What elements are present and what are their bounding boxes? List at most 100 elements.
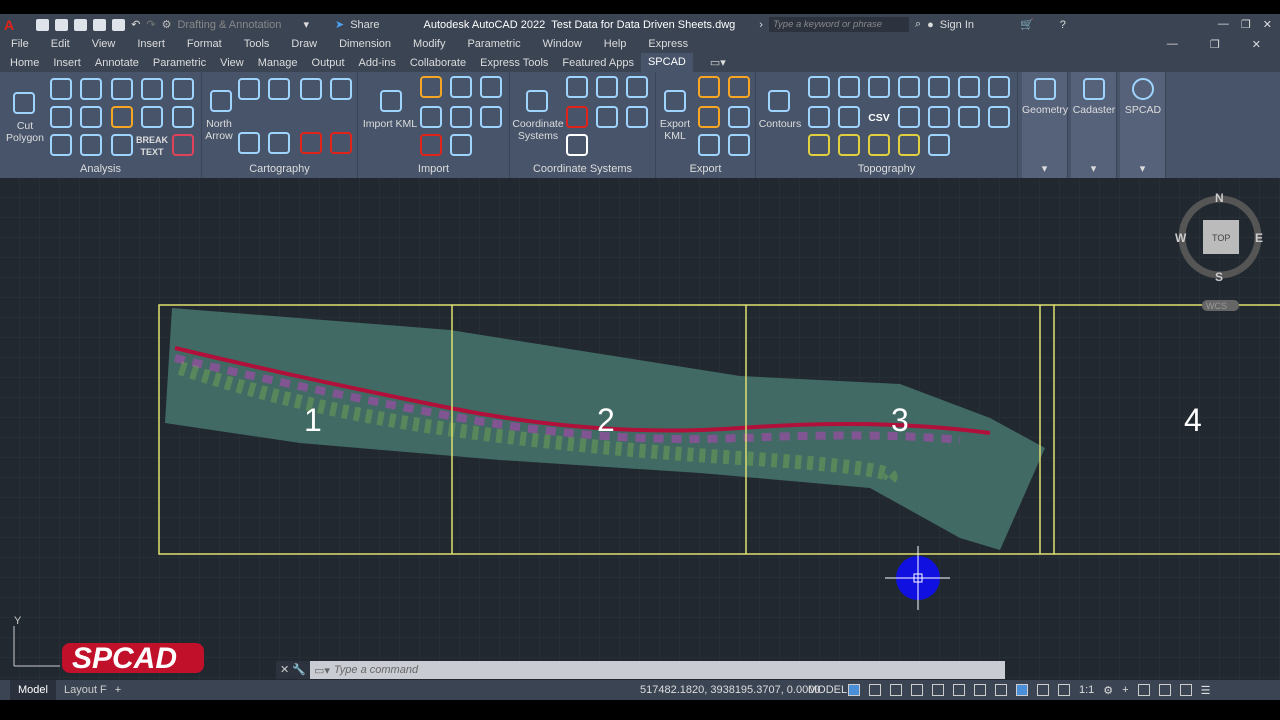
tab-model[interactable]: Model <box>10 680 56 700</box>
menu-view[interactable]: View <box>81 38 127 50</box>
export-kml-icon[interactable] <box>664 90 686 112</box>
line-icon[interactable] <box>50 106 72 128</box>
kml-icon[interactable] <box>380 90 402 112</box>
square-icon[interactable] <box>172 106 194 128</box>
topo-4-icon[interactable] <box>898 76 920 98</box>
polar-icon[interactable] <box>911 683 923 696</box>
import-shp-icon[interactable] <box>420 76 442 98</box>
tab-add-ins[interactable]: Add-ins <box>352 57 403 69</box>
globe-icon[interactable] <box>80 134 102 156</box>
close-icon[interactable]: ✕ <box>1263 18 1272 31</box>
workspace-select[interactable]: Drafting & Annotation <box>177 19 297 31</box>
delete-icon[interactable] <box>300 132 322 154</box>
selection-icon[interactable] <box>974 683 986 696</box>
profile-3-icon[interactable] <box>868 134 890 156</box>
autocad-logo-icon[interactable]: A <box>4 17 14 33</box>
circle-icon[interactable] <box>141 78 163 100</box>
search-icon[interactable]: ⌕ <box>915 18 921 31</box>
topo-6-icon[interactable] <box>958 76 980 98</box>
add-layout-icon[interactable]: + <box>115 684 121 696</box>
import-txt-icon[interactable] <box>450 106 472 128</box>
csv-button[interactable]: CSV <box>868 112 890 124</box>
topo-3-icon[interactable] <box>868 76 890 98</box>
annotation-icon[interactable] <box>1016 683 1028 696</box>
tab-view[interactable]: View <box>213 57 251 69</box>
topo-2-icon[interactable] <box>838 76 860 98</box>
geometry-button[interactable]: Geometry ▾ <box>1022 72 1068 178</box>
export-csv-icon[interactable] <box>698 76 720 98</box>
chevron-down-icon[interactable]: ▾ <box>1071 162 1116 175</box>
redo-icon[interactable]: ↷ <box>146 18 155 31</box>
points-icon[interactable] <box>626 76 648 98</box>
menu-edit[interactable]: Edit <box>40 38 81 50</box>
model-space-toggle[interactable]: MODEL <box>808 684 847 696</box>
topo-1-icon[interactable] <box>808 76 830 98</box>
chevron-down-icon[interactable]: ▾ <box>1120 162 1165 175</box>
import-csv-icon[interactable] <box>450 76 472 98</box>
grid-toggle-icon[interactable] <box>848 683 860 696</box>
export-pin-icon[interactable] <box>728 134 750 156</box>
sign-in-button[interactable]: Sign In <box>940 19 974 31</box>
offset-icon[interactable] <box>80 106 102 128</box>
menu-modify[interactable]: Modify <box>402 38 456 50</box>
fullscreen-icon[interactable] <box>1179 683 1192 696</box>
restore-icon[interactable]: ❐ <box>1241 18 1251 31</box>
scale-select[interactable]: 1:1 <box>1079 684 1094 697</box>
import-gpx-icon[interactable] <box>480 106 502 128</box>
profile-2-icon[interactable] <box>838 134 860 156</box>
share-button[interactable]: Share <box>350 19 379 31</box>
command-input[interactable]: Type a command <box>334 664 418 676</box>
plus-icon[interactable]: + <box>1122 684 1128 697</box>
tab-insert[interactable]: Insert <box>46 57 88 69</box>
command-history-icon[interactable]: ▭▾ <box>314 664 330 677</box>
isolate-icon[interactable] <box>1137 683 1150 696</box>
tab-manage[interactable]: Manage <box>251 57 305 69</box>
menu-help[interactable]: Help <box>593 38 638 50</box>
snap-icon[interactable] <box>869 683 881 696</box>
import-kml-button[interactable]: Import KML <box>360 118 420 130</box>
import-csv2-icon[interactable] <box>480 76 502 98</box>
tab-express-tools[interactable]: Express Tools <box>473 57 555 69</box>
topo-13-icon[interactable] <box>988 106 1010 128</box>
wcs-menu[interactable]: WCS <box>1206 301 1227 311</box>
tree-icon[interactable] <box>300 78 322 100</box>
undo-icon[interactable]: ↶ <box>131 18 140 31</box>
doc-minimize-icon[interactable]: — <box>1156 38 1189 51</box>
menu-insert[interactable]: Insert <box>126 38 176 50</box>
tab-collaborate[interactable]: Collaborate <box>403 57 473 69</box>
frame-icon[interactable] <box>172 78 194 100</box>
tab-annotate[interactable]: Annotate <box>88 57 146 69</box>
pdf-icon[interactable] <box>330 132 352 154</box>
scale-bar-icon[interactable] <box>238 78 260 100</box>
hardware-icon[interactable] <box>1158 683 1171 696</box>
menu-window[interactable]: Window <box>532 38 593 50</box>
close-icon[interactable]: ✕ 🔧 <box>276 661 310 679</box>
tab-output[interactable]: Output <box>305 57 352 69</box>
globe2-icon[interactable] <box>626 106 648 128</box>
scatter-icon[interactable] <box>330 78 352 100</box>
new-icon[interactable] <box>36 18 50 31</box>
export-gpx-icon[interactable] <box>728 106 750 128</box>
customize-menu-icon[interactable]: ☰ <box>1201 684 1211 697</box>
doc-restore-icon[interactable]: ❐ <box>1199 38 1231 51</box>
contours-icon[interactable] <box>768 90 790 112</box>
menu-file[interactable]: File <box>0 38 40 50</box>
export-csv2-icon[interactable] <box>728 76 750 98</box>
cart-icon[interactable]: 🛒 <box>1020 18 1034 31</box>
search-input[interactable]: Type a keyword or phrase <box>768 17 909 32</box>
tab-home[interactable]: Home <box>0 57 46 69</box>
annotation-auto-icon[interactable] <box>1037 683 1049 696</box>
tab-layout[interactable]: Layout F <box>56 684 115 696</box>
diagonal-icon[interactable] <box>172 134 194 156</box>
arc-icon[interactable] <box>111 106 133 128</box>
coordinate-systems-button[interactable]: Coordinate Systems <box>510 118 566 142</box>
save-icon[interactable] <box>74 18 88 31</box>
profile-5-icon[interactable] <box>928 134 950 156</box>
doc-close-icon[interactable]: ✕ <box>1241 38 1272 51</box>
topo-12-icon[interactable] <box>958 106 980 128</box>
menu-dimension[interactable]: Dimension <box>328 38 402 50</box>
chevron-down-icon[interactable]: ▾ <box>1022 162 1067 175</box>
menu-format[interactable]: Format <box>176 38 233 50</box>
annotation-visibility-icon[interactable] <box>1058 683 1070 696</box>
lineweight-icon[interactable] <box>995 683 1007 696</box>
